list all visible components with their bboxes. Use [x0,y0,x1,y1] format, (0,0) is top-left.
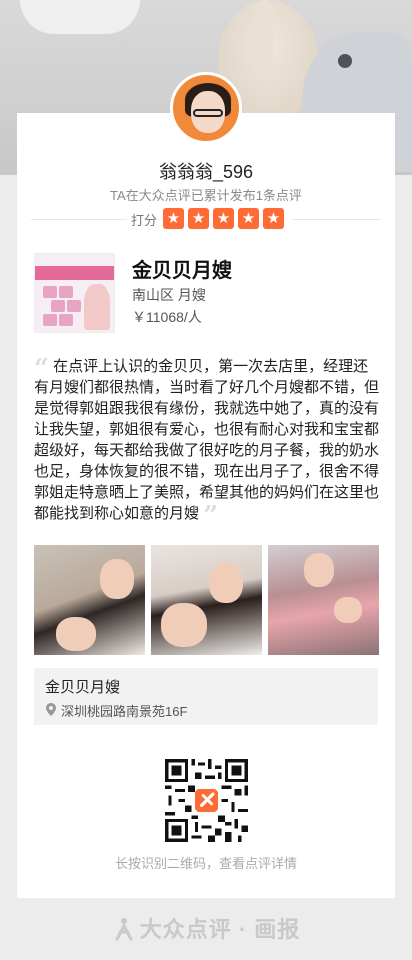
shop-address-box[interactable]: 金贝贝月嫂 深圳桃园路南景苑16F [34,668,378,725]
brand-text: 大众点评 · 画报 [139,917,301,942]
address-shop-name: 金贝贝月嫂 [45,679,121,696]
mother-figure [84,284,110,330]
hex-decoration [59,286,73,298]
dianping-logo-icon [115,918,133,941]
address-street: 深圳桃园路南景苑16F [61,704,188,719]
photo-face [304,553,334,587]
plush-bunny-ear [255,0,273,80]
review-card: 翁翁翁_596 TA在大众点评已累计发布1条点评 打分 ★ ★ ★ ★ ★ 金贝… [17,113,395,898]
star-icon: ★ [163,208,184,229]
shop-thumbnail[interactable] [34,253,115,333]
shop-price: ￥11068/人 [132,309,202,325]
qr-caption: 长按识别二维码，查看点评详情 [114,856,297,871]
review-count-summary: TA在大众点评已累计发布1条点评 [110,188,302,203]
star-rating: ★ ★ ★ ★ ★ [163,208,284,229]
review-text-block: “ 在点评上认识的金贝贝，第一次去店里，经理还有月嫂们都很热情，当时看了好几个月… [34,356,380,529]
username[interactable]: 翁翁翁_596 [17,158,395,184]
rating-label: 打分 [131,213,158,228]
rating-row: 打分 ★ ★ ★ ★ ★ [31,207,381,231]
divider-left [31,219,127,220]
photo-baby [56,617,96,651]
brand-footer: 大众点评 · 画报 [0,912,412,944]
qr-code-graphic [165,759,248,842]
star-icon: ★ [213,208,234,229]
shop-name[interactable]: 金贝贝月嫂 [132,254,232,283]
star-icon: ★ [263,208,284,229]
location-pin-icon [46,703,56,716]
photo-baby [161,603,207,647]
hex-decoration [43,286,57,298]
shop-thumbnail-banner [35,266,114,280]
hex-decoration [59,314,73,326]
photo-baby [334,597,362,623]
star-icon: ★ [238,208,259,229]
star-icon: ★ [188,208,209,229]
qr-code[interactable] [165,759,248,842]
shop-district-category: 南山区 月嫂 [132,287,206,303]
avatar-glasses [193,109,223,117]
hex-decoration [51,300,65,312]
close-quote-icon: ” [203,501,219,531]
hex-decoration [43,314,57,326]
review-photos [34,545,380,655]
review-photo[interactable] [268,545,379,655]
avatar[interactable] [170,72,242,144]
cloud-decoration [20,0,140,34]
photo-face [100,559,134,599]
hex-decoration [67,300,81,312]
review-text: 在点评上认识的金贝贝，第一次去店里，经理还有月嫂们都很热情，当时看了好几个月嫂都… [34,358,380,522]
toy-eye [338,54,352,68]
divider-right [293,219,381,220]
photo-face [209,563,243,603]
review-photo[interactable] [151,545,262,655]
review-photo[interactable] [34,545,145,655]
